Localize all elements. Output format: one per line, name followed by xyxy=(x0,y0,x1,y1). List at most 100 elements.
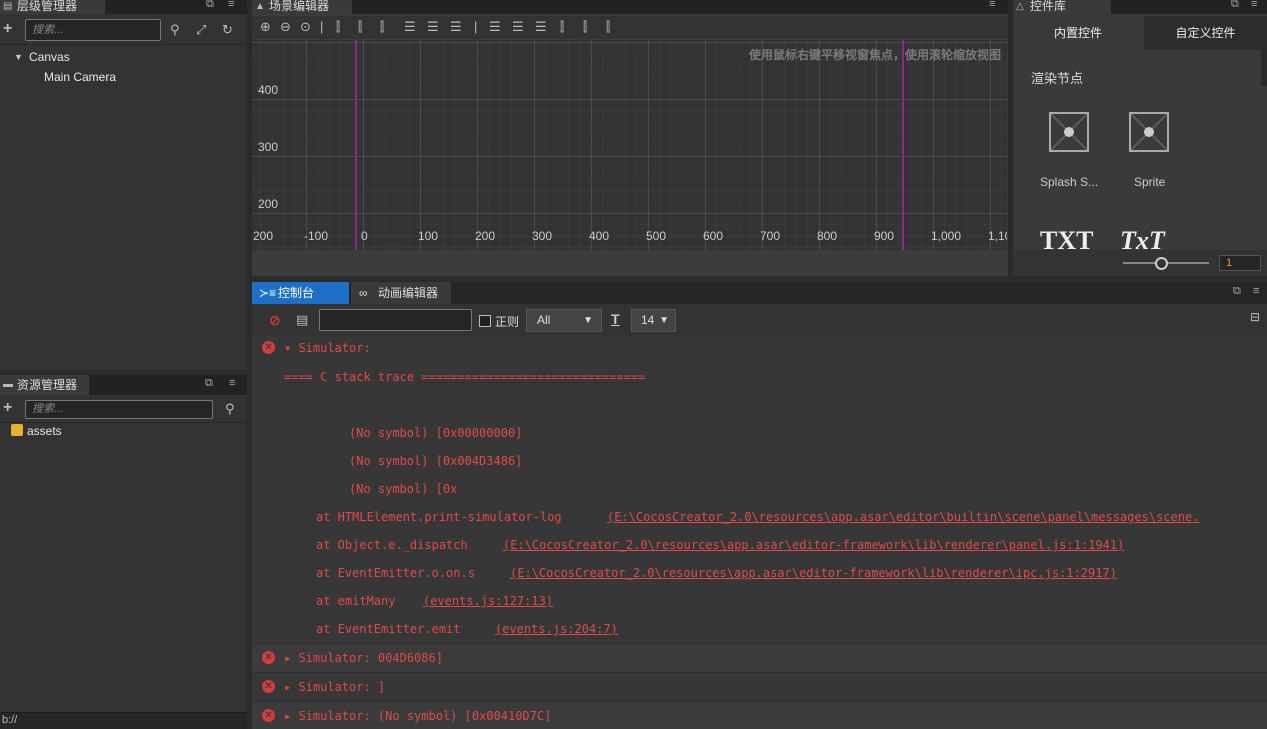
regex-label: 正则 xyxy=(495,315,520,329)
collapse-icon[interactable]: ⊟ xyxy=(1250,310,1260,324)
menu-icon[interactable]: ≡ xyxy=(1253,285,1259,297)
log-text: (No symbol) [0x xyxy=(349,482,458,496)
align-bottom-icon[interactable]: ☰ xyxy=(450,20,462,34)
tree-toggle-icon[interactable]: ▼ xyxy=(14,52,23,62)
regex-checkbox[interactable] xyxy=(479,315,491,327)
tab-builtin-widgets[interactable]: 内置控件 xyxy=(1013,16,1143,50)
add-icon[interactable]: + xyxy=(3,400,12,416)
menu-icon[interactable]: ≡ xyxy=(228,0,234,10)
axis-line-x-left xyxy=(355,40,357,250)
chevron-down-icon: ▼ xyxy=(659,315,669,326)
assets-search-input[interactable]: 搜索... xyxy=(25,400,213,419)
align-right-icon[interactable]: ⫿ xyxy=(380,20,384,34)
log-line: (No symbol) [0x004D3486] xyxy=(252,447,1267,475)
error-icon: ✕ xyxy=(262,680,275,693)
stack-link[interactable]: (E:\CocosCreator_2.0\resources\app.asar\… xyxy=(503,531,1124,559)
assets-panel: ▬ 资源管理器 ⧉ ≡ + 搜索... ⚲ assets b:// xyxy=(0,375,247,729)
tab-widget-library[interactable]: △ 控件库 xyxy=(1013,0,1111,14)
x-label: 1,000 xyxy=(931,229,962,243)
stack-link[interactable]: (E:\CocosCreator_2.0\resources\app.asar\… xyxy=(607,503,1199,531)
log-text: (No symbol) [0x004D3486] xyxy=(349,454,523,468)
x-label: 1,10 xyxy=(988,229,1007,243)
console-icon: ≻≡ xyxy=(259,286,277,300)
scene-hint: 使用鼠标右键平移视窗焦点，使用滚轮缩放视图 xyxy=(748,48,1001,62)
console-tabbar: ≻≡ 控制台 ∞ 动画编辑器 ⧉ ≡ xyxy=(252,282,1267,304)
log-level-value: All xyxy=(537,313,551,327)
widget-item-sprite[interactable]: Sprite xyxy=(1117,108,1187,189)
widget-scrollbar[interactable] xyxy=(1261,50,1267,86)
tree-item-assets[interactable]: assets xyxy=(27,424,62,438)
hierarchy-title: 层级管理器 xyxy=(17,0,78,13)
zoom-in-icon[interactable]: ⊕ xyxy=(260,20,271,34)
stack-frame: at EventEmitter.o.on.s (E:\CocosCreator_… xyxy=(252,559,1267,587)
expand-icon[interactable]: ⤢ xyxy=(196,23,206,37)
stack-link[interactable]: (events.js:204:7) xyxy=(495,615,618,643)
log-line: ==== C stack trace =====================… xyxy=(252,363,1267,391)
distribute-hcenter-icon[interactable]: ⫿ xyxy=(583,20,587,34)
zoom-slider-handle[interactable] xyxy=(1155,257,1168,270)
menu-icon[interactable]: ≡ xyxy=(229,377,235,389)
font-size-select[interactable]: 14 ▼ xyxy=(631,309,676,332)
log-entry-expanded[interactable]: ✕ ▾ Simulator: xyxy=(252,336,1267,362)
separator: | xyxy=(474,19,478,34)
tab-hierarchy[interactable]: ▤ 层级管理器 xyxy=(0,0,105,14)
distribute-right-icon[interactable]: ⫿ xyxy=(606,20,610,34)
tab-assets[interactable]: ▬ 资源管理器 xyxy=(0,375,89,395)
hierarchy-search-input[interactable]: 搜索... xyxy=(25,19,161,41)
tab-scene-editor[interactable]: ▲ 场景编辑器 xyxy=(252,0,352,14)
stack-link[interactable]: (E:\CocosCreator_2.0\resources\app.asar\… xyxy=(510,559,1117,587)
distribute-bottom-icon[interactable]: ☰ xyxy=(535,20,547,34)
tab-animation-editor[interactable]: ∞ 动画编辑器 xyxy=(351,282,451,304)
font-size-value: 14 xyxy=(641,313,655,327)
zoom-value-field[interactable]: 1 xyxy=(1219,255,1261,271)
open-log-file-icon[interactable]: ▤ xyxy=(296,312,308,328)
console-log-list: ✕ ▾ Simulator: ==== C stack trace ======… xyxy=(252,336,1267,729)
search-icon[interactable]: ⚲ xyxy=(225,402,235,416)
popout-icon[interactable]: ⧉ xyxy=(1231,0,1239,11)
x-label: 200 xyxy=(475,229,496,243)
add-icon[interactable]: + xyxy=(3,21,12,37)
log-text: ▸ Simulator: (No symbol) [0x00410D7C] xyxy=(284,709,552,723)
tab-console[interactable]: ≻≡ 控制台 xyxy=(252,282,349,304)
status-bar: b:// xyxy=(0,712,247,729)
clear-icon[interactable]: ⊘ xyxy=(269,312,281,329)
tree-item-main-camera[interactable]: Main Camera xyxy=(44,70,116,84)
zoom-reset-icon[interactable]: ⊙ xyxy=(300,20,311,34)
distribute-left-icon[interactable]: ⫿ xyxy=(560,20,564,34)
list-icon: ▤ xyxy=(3,1,13,12)
popout-icon[interactable]: ⧉ xyxy=(1233,285,1241,298)
menu-icon[interactable]: ≡ xyxy=(1251,0,1257,10)
widget-item-splash[interactable]: Splash S... xyxy=(1037,108,1107,189)
hierarchy-panel: ▤ 层级管理器 ⧉ ≡ + 搜索... ⚲ ⤢ ↻ ▼ Canvas Main … xyxy=(0,0,247,370)
align-vcenter-icon[interactable]: ☰ xyxy=(427,20,439,34)
log-text: ▸ Simulator: ] xyxy=(284,680,386,694)
widget-label: Splash S... xyxy=(1040,175,1099,189)
refresh-icon[interactable]: ↻ xyxy=(222,23,233,37)
log-entry-collapsed[interactable]: ✕ ▸ Simulator: ] xyxy=(252,672,1267,700)
log-line: (No symbol) [0x xyxy=(252,475,1267,503)
log-level-select[interactable]: All ▼ xyxy=(526,309,602,332)
zoom-out-icon[interactable]: ⊖ xyxy=(280,20,291,34)
search-icon[interactable]: ⚲ xyxy=(170,23,180,37)
log-entry-collapsed[interactable]: ✕ ▸ Simulator: 004D6086] xyxy=(252,643,1267,671)
popout-icon[interactable]: ⧉ xyxy=(205,377,213,390)
distribute-top-icon[interactable]: ☰ xyxy=(489,20,501,34)
error-icon: ✕ xyxy=(262,341,275,354)
align-left-icon[interactable]: ⫿ xyxy=(336,20,340,34)
scene-viewport[interactable]: 使用鼠标右键平移视窗焦点，使用滚轮缩放视图 400 300 200 200 -1… xyxy=(252,40,1007,250)
align-hcenter-icon[interactable]: ⫿ xyxy=(358,20,362,34)
tab-custom-widgets[interactable]: 自定义控件 xyxy=(1144,16,1267,50)
x-label: 300 xyxy=(532,229,553,243)
log-line: (No symbol) [0x00000000] xyxy=(252,419,1267,447)
align-top-icon[interactable]: ☰ xyxy=(404,20,416,34)
folder-icon: ▬ xyxy=(3,379,13,390)
log-entry-collapsed[interactable]: ✕ ▸ Simulator: (No symbol) [0x00410D7C] xyxy=(252,701,1267,729)
stack-function: at HTMLElement.print-simulator-log xyxy=(316,510,562,524)
distribute-vcenter-icon[interactable]: ☰ xyxy=(512,20,524,34)
menu-icon[interactable]: ≡ xyxy=(989,0,995,10)
popout-icon[interactable]: ⧉ xyxy=(206,0,214,11)
tree-item-canvas[interactable]: Canvas xyxy=(29,50,70,64)
stack-link[interactable]: (events.js:127:13) xyxy=(423,587,553,615)
console-filter-input[interactable] xyxy=(319,309,472,331)
section-title: 渲染节点 xyxy=(1031,71,1084,86)
